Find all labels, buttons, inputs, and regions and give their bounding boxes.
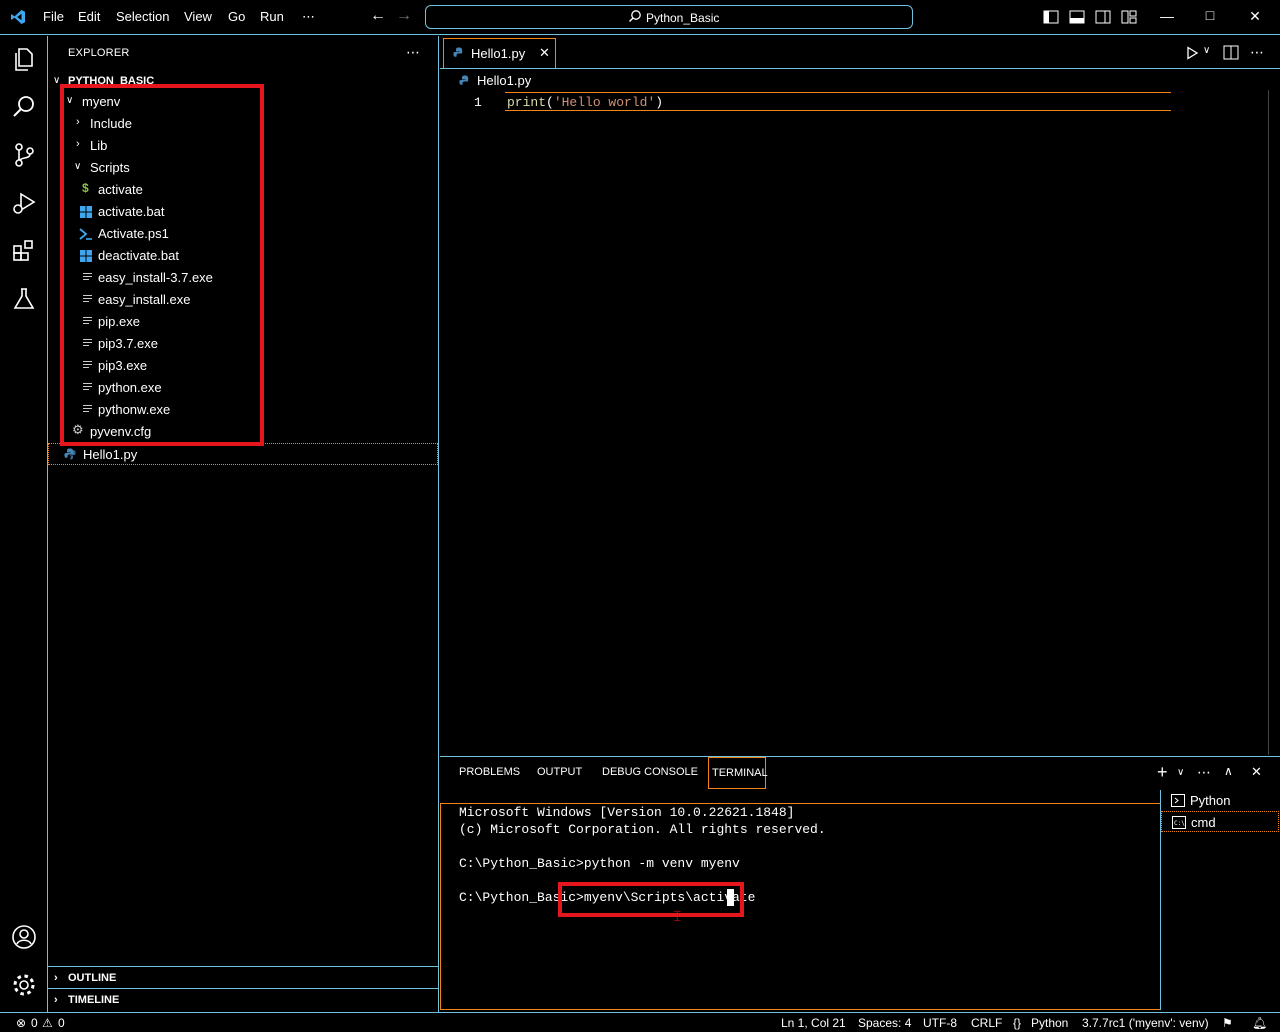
menu-go[interactable]: Go xyxy=(228,9,245,24)
search-text: Python_Basic xyxy=(646,11,720,25)
file-hello1-py[interactable]: Hello1.py xyxy=(48,443,438,465)
feedback-icon[interactable]: ⚑ xyxy=(1222,1016,1233,1030)
terminal-line: C:\Python_Basic>python -m venv myenv xyxy=(459,856,740,871)
search-view-icon[interactable] xyxy=(10,93,38,121)
python-interpreter[interactable]: 3.7.7rc1 ('myenv': venv) xyxy=(1082,1016,1209,1030)
close-panel-icon[interactable]: ✕ xyxy=(1251,764,1262,780)
tab-terminal-label: TERMINAL xyxy=(712,767,768,779)
line-ending[interactable]: CRLF xyxy=(971,1016,1002,1030)
maximize-icon[interactable]: □ xyxy=(1200,7,1220,23)
panel-more-icon[interactable]: ⋯ xyxy=(1197,764,1211,781)
menu-run[interactable]: Run xyxy=(260,9,284,24)
close-window-icon[interactable]: ✕ xyxy=(1245,8,1265,25)
chevron-right-icon: › xyxy=(54,972,58,984)
terminal-dropdown-chevron-icon[interactable]: ∨ xyxy=(1177,767,1184,778)
code-string: 'Hello world' xyxy=(553,95,656,110)
editor-area[interactable] xyxy=(440,36,1280,756)
run-dropdown-chevron-icon[interactable]: ∨ xyxy=(1203,45,1210,56)
code-paren-close: ) xyxy=(655,95,664,110)
minimize-icon[interactable]: — xyxy=(1157,8,1177,24)
tab-debug-console[interactable]: DEBUG CONSOLE xyxy=(602,766,698,778)
toggle-primary-sidebar-icon[interactable] xyxy=(1043,10,1059,24)
breadcrumb[interactable]: Hello1.py xyxy=(477,73,531,88)
warnings-count[interactable]: 0 xyxy=(58,1016,65,1030)
settings-gear-icon[interactable] xyxy=(10,971,38,999)
status-bar: ⊗ 0 ⚠ 0 Ln 1, Col 21 Spaces: 4 UTF-8 CRL… xyxy=(0,1012,1280,1032)
title-bar: File Edit Selection View Go Run ⋯ ← → Py… xyxy=(0,0,1280,35)
editor-more-icon[interactable]: ⋯ xyxy=(1250,44,1264,61)
customize-layout-icon[interactable] xyxy=(1121,10,1137,24)
warning-icon[interactable]: ⚠ xyxy=(42,1016,53,1030)
source-control-icon[interactable] xyxy=(10,141,38,169)
highlight-box xyxy=(60,84,264,446)
highlight-box xyxy=(558,882,744,917)
tab-terminal-active[interactable]: TERMINAL xyxy=(708,757,768,789)
search-icon xyxy=(629,10,641,22)
tab-label: Hello1.py xyxy=(471,46,526,61)
python-file-icon xyxy=(459,75,469,85)
toggle-panel-icon[interactable] xyxy=(1069,10,1085,24)
vscode-logo-icon xyxy=(11,10,25,24)
code-function: print xyxy=(507,95,547,110)
run-debug-icon[interactable] xyxy=(10,189,38,217)
errors-icon[interactable]: ⊗ xyxy=(16,1016,26,1030)
encoding[interactable]: UTF-8 xyxy=(923,1016,957,1030)
forward-arrow-icon[interactable]: → xyxy=(396,7,412,25)
chevron-right-icon: › xyxy=(54,994,58,1006)
split-editor-icon[interactable] xyxy=(1223,45,1239,60)
python-file-icon xyxy=(453,47,463,57)
extensions-icon[interactable] xyxy=(10,237,38,265)
explorer-title: EXPLORER xyxy=(68,47,130,59)
new-terminal-plus-icon[interactable]: + xyxy=(1157,762,1168,783)
explorer-more-icon[interactable]: ⋯ xyxy=(406,44,420,61)
code-line-1[interactable]: print('Hello world') xyxy=(507,95,663,110)
tab-hello1-py[interactable]: Hello1.py ✕ xyxy=(443,38,556,68)
toggle-secondary-sidebar-icon[interactable] xyxy=(1095,10,1111,24)
menu-file[interactable]: File xyxy=(43,9,64,24)
tabs-divider xyxy=(440,68,1280,69)
terminal-item-cmd[interactable]: C:\ cmd xyxy=(1161,811,1279,832)
indentation[interactable]: Spaces: 4 xyxy=(858,1016,911,1030)
menu-view[interactable]: View xyxy=(184,9,212,24)
python-file-icon xyxy=(64,448,76,460)
tab-problems[interactable]: PROBLEMS xyxy=(459,766,520,778)
menu-more[interactable]: ⋯ xyxy=(302,9,315,25)
notifications-bell-icon[interactable]: 🔔︎ xyxy=(1252,1016,1267,1030)
braces-icon[interactable]: {} xyxy=(1013,1016,1021,1030)
tab-output[interactable]: OUTPUT xyxy=(537,766,582,778)
cmd-icon: C:\ xyxy=(1172,816,1186,829)
testing-flask-icon[interactable] xyxy=(10,285,38,313)
terminal-icon xyxy=(1171,794,1185,807)
tab-close-icon[interactable]: ✕ xyxy=(539,45,550,61)
menu-selection[interactable]: Selection xyxy=(116,9,169,24)
accounts-icon[interactable] xyxy=(10,923,38,951)
run-python-file-icon[interactable] xyxy=(1185,46,1199,60)
maximize-panel-chevron-up-icon[interactable]: ∧ xyxy=(1224,764,1233,778)
command-center-search[interactable]: Python_Basic xyxy=(425,5,913,29)
back-arrow-icon[interactable]: ← xyxy=(370,7,386,25)
language-mode[interactable]: Python xyxy=(1031,1016,1068,1030)
svg-text:C:\: C:\ xyxy=(1174,820,1185,827)
terminal-line: Microsoft Windows [Version 10.0.22621.18… xyxy=(459,805,795,820)
editor-scrollbar[interactable] xyxy=(1268,90,1278,755)
terminal-item-python[interactable]: Python xyxy=(1161,790,1279,811)
explorer-icon[interactable] xyxy=(10,45,38,73)
timeline-section[interactable]: › TIMELINE xyxy=(48,988,438,1010)
errors-count[interactable]: 0 xyxy=(31,1016,38,1030)
terminal-line: (c) Microsoft Corporation. All rights re… xyxy=(459,822,826,837)
menu-edit[interactable]: Edit xyxy=(78,9,100,24)
cursor-position[interactable]: Ln 1, Col 21 xyxy=(781,1016,846,1030)
text-cursor-ibeam-icon: ⌶ xyxy=(673,908,682,924)
activity-bar xyxy=(0,36,48,1012)
code-paren-open: ( xyxy=(546,95,554,110)
outline-section[interactable]: › OUTLINE xyxy=(48,966,438,988)
line-number: 1 xyxy=(474,95,482,110)
